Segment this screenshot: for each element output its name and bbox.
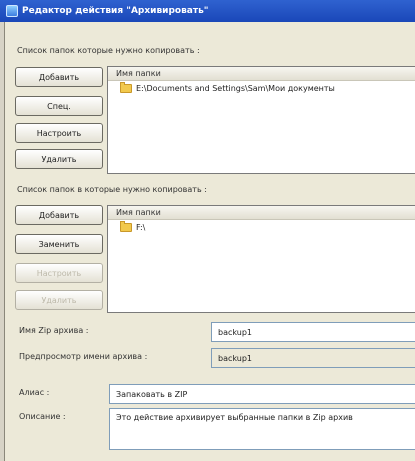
target-remove-button[interactable]: Удалить	[15, 290, 103, 310]
target-configure-button[interactable]: Настроить	[15, 263, 103, 283]
target-change-button[interactable]: Заменить	[15, 234, 103, 254]
description-label: Описание :	[19, 412, 66, 421]
source-column-header[interactable]: Имя папки	[108, 67, 415, 81]
target-column-header[interactable]: Имя папки	[108, 206, 415, 220]
preview-label: Предпросмотр имени архива :	[19, 352, 148, 361]
app-icon	[6, 5, 18, 17]
source-add-button[interactable]: Добавить	[15, 67, 103, 87]
window-title: Редактор действия "Архивировать"	[22, 6, 209, 16]
alias-label: Алиас :	[19, 388, 50, 397]
title-bar: Редактор действия "Архивировать"	[0, 0, 415, 22]
zip-name-input[interactable]	[211, 322, 415, 342]
source-folder-list[interactable]: Имя папки E:\Documents and Settings\Sam\…	[107, 66, 415, 174]
zip-name-label: Имя Zip архива :	[19, 326, 89, 335]
alias-input[interactable]	[109, 384, 415, 404]
dialog-body: Список папок которые нужно копировать : …	[4, 22, 415, 461]
source-list-label: Список папок которые нужно копировать :	[17, 46, 200, 55]
target-list-label: Список папок в которые нужно копировать …	[17, 185, 207, 194]
source-remove-button[interactable]: Удалить	[15, 149, 103, 169]
target-folder-path: F:\	[136, 222, 146, 232]
folder-icon	[120, 220, 132, 232]
description-textarea[interactable]: Это действие архивирует выбранные папки …	[109, 408, 415, 450]
source-folder-path: E:\Documents and Settings\Sam\Мои докуме…	[136, 83, 335, 93]
target-folder-list[interactable]: Имя папки F:\	[107, 205, 415, 313]
preview-field	[211, 348, 415, 368]
source-configure-button[interactable]: Настроить	[15, 123, 103, 143]
target-add-button[interactable]: Добавить	[15, 205, 103, 225]
source-special-button[interactable]: Спец.	[15, 96, 103, 116]
list-item[interactable]: E:\Documents and Settings\Sam\Мои докуме…	[108, 81, 415, 95]
list-item[interactable]: F:\	[108, 220, 415, 234]
folder-icon	[120, 81, 132, 93]
